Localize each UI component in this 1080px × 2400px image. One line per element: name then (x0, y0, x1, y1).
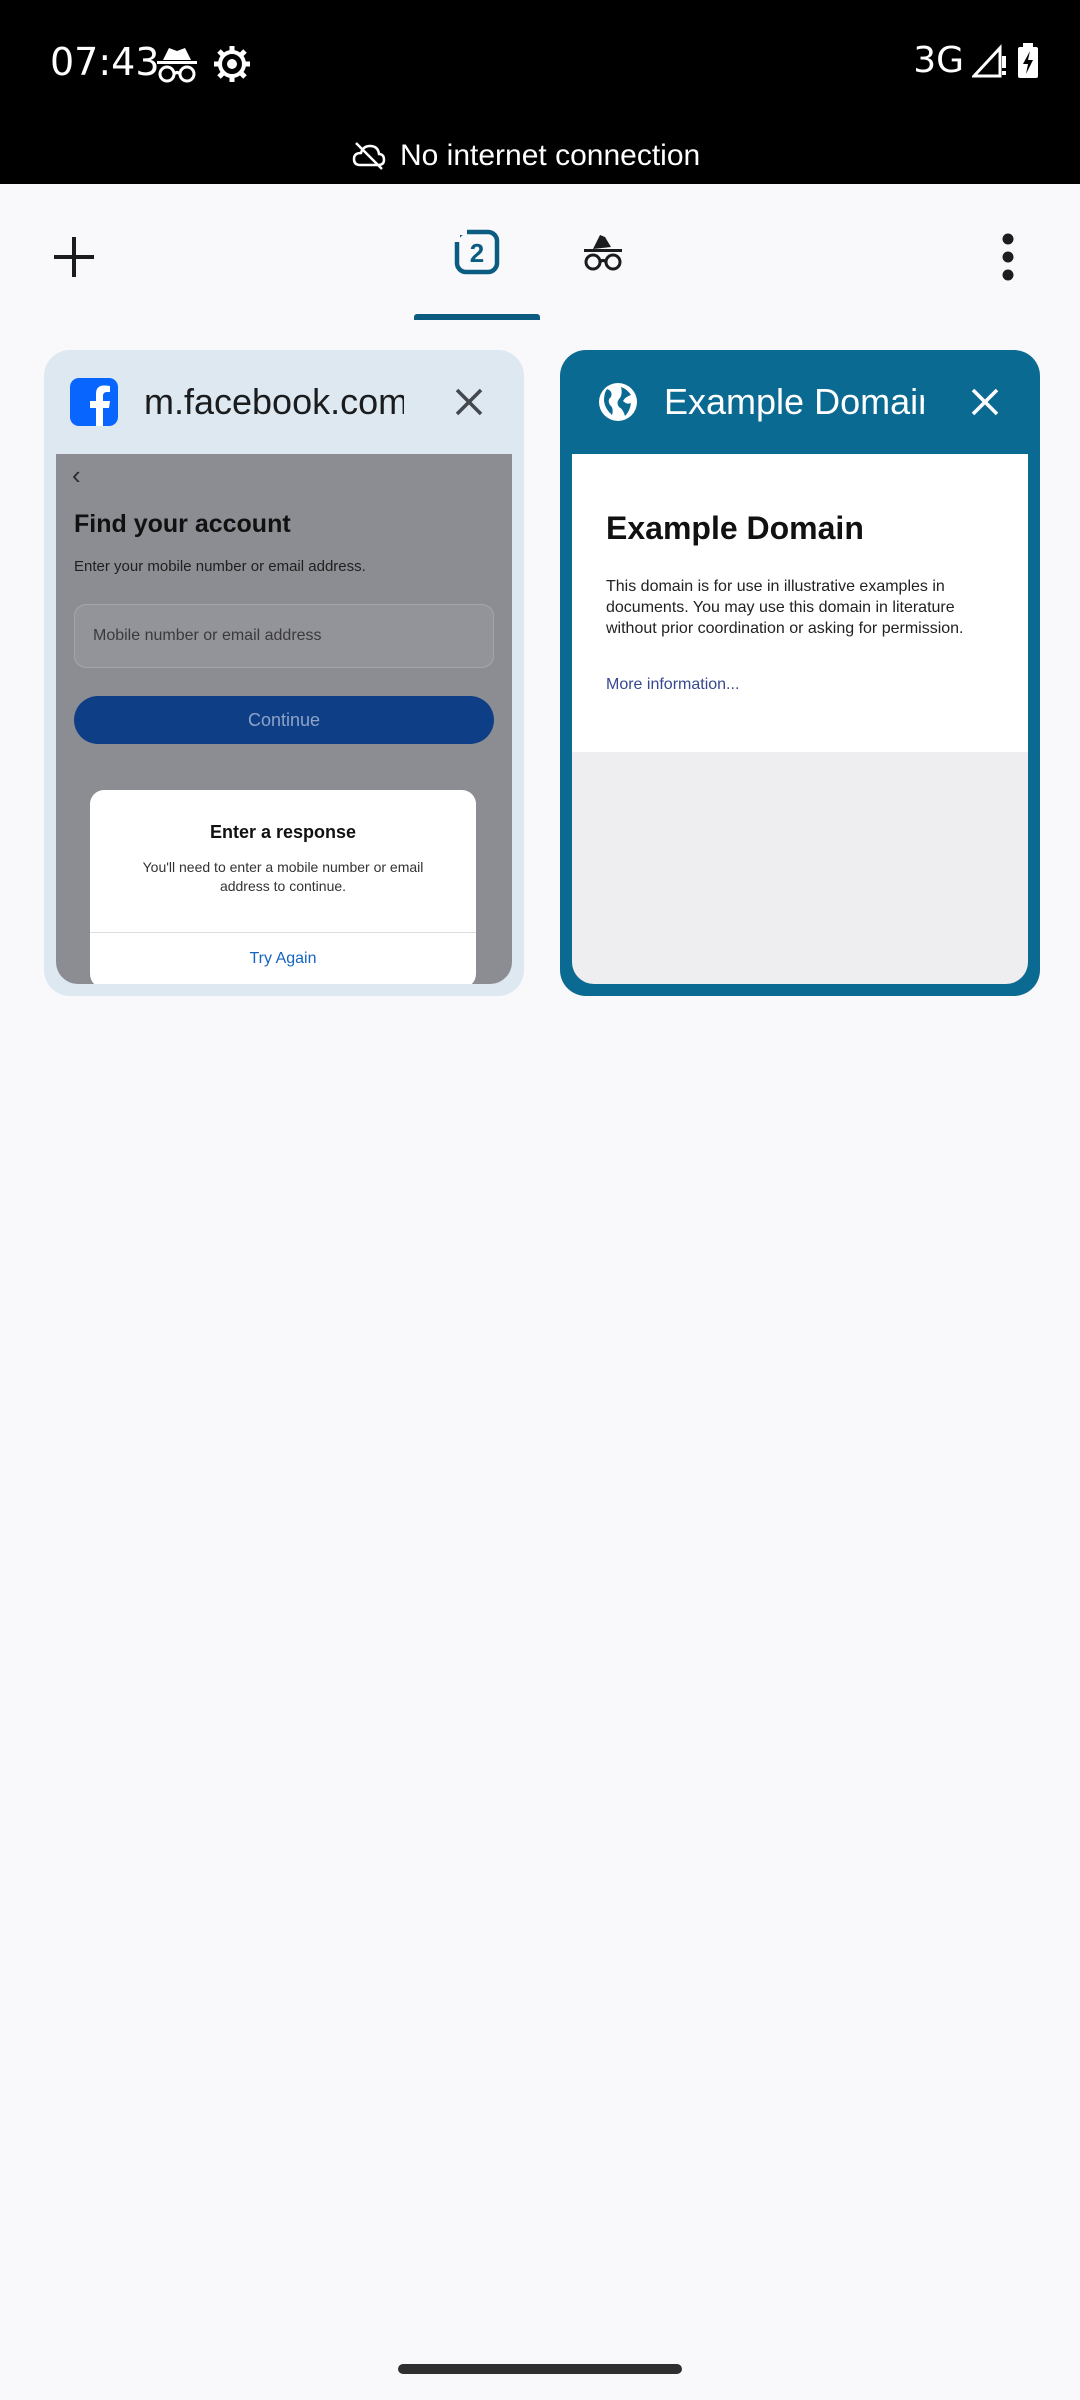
preview-body: This domain is for use in illustrative e… (606, 578, 964, 637)
preview-continue-button: Continue (74, 696, 494, 744)
signal-icon (972, 43, 1006, 77)
tab-title: m.facebook.com (144, 381, 404, 422)
status-time: 07:43 (50, 40, 160, 84)
normal-tabs-button[interactable]: 2 (414, 184, 540, 320)
tab-switcher-toolbar: 2 (0, 184, 1080, 330)
tab-thumbnail[interactable]: ‹ Find your account Enter your mobile nu… (56, 454, 512, 984)
new-tab-button[interactable] (0, 184, 148, 330)
tab-thumbnail[interactable]: Example Domain This domain is for use in… (572, 454, 1028, 984)
close-tab-button[interactable] (414, 350, 524, 454)
offline-banner: No internet connection (0, 128, 1080, 184)
status-bar: 07:43 3G (0, 0, 1080, 128)
home-gesture-handle[interactable] (398, 2364, 682, 2374)
more-vert-icon (1002, 233, 1014, 281)
preview-dialog-body: You'll need to enter a mobile number or … (142, 859, 424, 894)
network-type: 3G (913, 40, 964, 81)
tab-count: 2 (470, 238, 484, 268)
navigation-bar (0, 2338, 1080, 2400)
tab-model-selector: 2 (414, 184, 666, 320)
tab-card[interactable]: m.facebook.com ‹ Find your account Enter… (44, 350, 524, 996)
close-tab-button[interactable] (930, 350, 1040, 454)
plus-icon (54, 237, 94, 277)
divider (90, 932, 476, 933)
close-icon (971, 388, 999, 416)
preview-subheading: Enter your mobile number or email addres… (74, 558, 366, 575)
tab-title: Example Domain (664, 381, 924, 422)
preview-dialog-button: Try Again (249, 950, 317, 967)
tab-count-icon: 2 (454, 229, 500, 275)
battery-charging-icon (1018, 42, 1038, 78)
incognito-tabs-button[interactable] (540, 184, 666, 320)
preview-dialog: Enter a response You'll need to enter a … (90, 790, 476, 984)
preview-heading: Example Domain (606, 510, 864, 546)
globe-icon (599, 383, 637, 421)
preview-link: More information... (606, 676, 740, 693)
tab-favicon (572, 350, 664, 454)
facebook-page-preview: ‹ Find your account Enter your mobile nu… (56, 454, 512, 984)
preview-dialog-title: Enter a response (209, 822, 357, 842)
incognito-icon (584, 235, 622, 271)
tab-grid: m.facebook.com ‹ Find your account Enter… (20, 340, 1060, 1020)
preview-heading: Find your account (74, 510, 291, 538)
close-icon (455, 388, 483, 416)
tab-card-header: m.facebook.com (44, 350, 524, 454)
status-right-group: 3G (913, 40, 1040, 81)
cloud-off-icon (352, 142, 386, 170)
tab-favicon (44, 350, 144, 454)
tab-card-selected[interactable]: Example Domain Example Domain This domai… (560, 350, 1040, 996)
facebook-icon (70, 378, 118, 426)
back-arrow-icon: ‹ (72, 460, 81, 490)
incognito-icon (157, 48, 197, 83)
gear-icon (214, 46, 250, 82)
more-options-button[interactable] (955, 184, 1061, 330)
preview-input: Mobile number or email address (74, 604, 494, 668)
example-page-preview: Example Domain This domain is for use in… (572, 454, 1028, 752)
tab-card-header: Example Domain (572, 350, 1028, 454)
offline-text: No internet connection (400, 139, 701, 172)
preview-input-placeholder: Mobile number or email address (93, 627, 322, 644)
